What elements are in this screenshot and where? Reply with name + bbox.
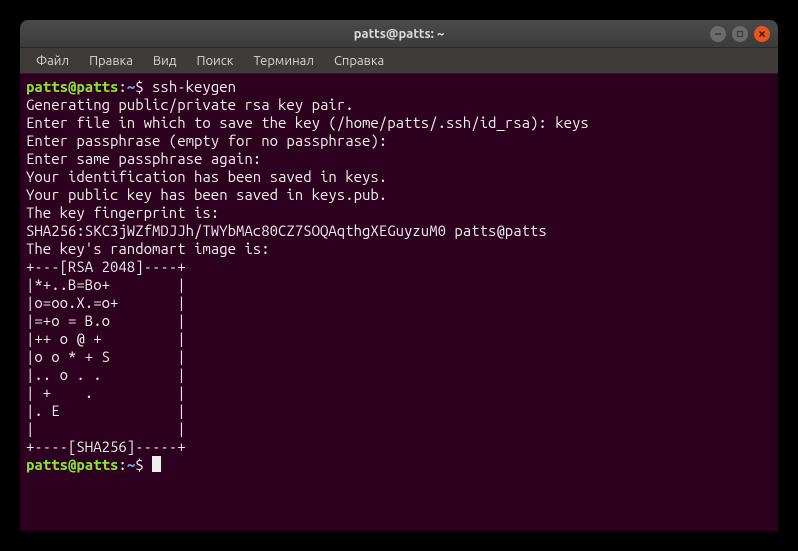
output-line: Your identification has been saved in ke… — [26, 168, 772, 186]
close-icon — [758, 30, 766, 38]
output-line: Enter file in which to save the key (/ho… — [26, 114, 772, 132]
output-line: |=+o = B.o | — [26, 312, 772, 330]
command-text: ssh-keygen — [152, 78, 236, 95]
menu-search[interactable]: Поиск — [188, 51, 241, 71]
prompt-sep: : — [118, 456, 126, 473]
output-line: The key's randomart image is: — [26, 240, 772, 258]
prompt-path: ~ — [127, 78, 135, 95]
output-line: +---[RSA 2048]----+ — [26, 258, 772, 276]
output-line: |*+..B=Bo+ | — [26, 276, 772, 294]
prompt-line-1: patts@patts:~$ ssh-keygen — [26, 78, 772, 96]
output-line: |.. o . . | — [26, 366, 772, 384]
window-title: patts@patts: ~ — [354, 27, 445, 41]
prompt-user: patts@patts — [26, 456, 118, 473]
output-line: Enter passphrase (empty for no passphras… — [26, 132, 772, 150]
output-line: |. E | — [26, 402, 772, 420]
terminal-output[interactable]: patts@patts:~$ ssh-keygenGenerating publ… — [20, 74, 778, 531]
output-line: |o=oo.X.=o+ | — [26, 294, 772, 312]
prompt-symbol: $ — [135, 456, 143, 473]
menu-help[interactable]: Справка — [326, 51, 392, 71]
prompt-sep: : — [118, 78, 126, 95]
output-line: Enter same passphrase again: — [26, 150, 772, 168]
output-line: SHA256:SKC3jWZfMDJJh/TWYbMAc80CZ7SOQAqth… — [26, 222, 772, 240]
terminal-window: patts@patts: ~ Файл Правка Вид Поиск Тер… — [20, 20, 778, 531]
prompt-line-2: patts@patts:~$ — [26, 456, 772, 474]
output-line: |o o * + S | — [26, 348, 772, 366]
output-line: | | — [26, 420, 772, 438]
menu-terminal[interactable]: Терминал — [245, 51, 321, 71]
maximize-icon — [736, 30, 744, 38]
menu-view[interactable]: Вид — [145, 51, 185, 71]
output-line: |++ o @ + | — [26, 330, 772, 348]
close-button[interactable] — [754, 26, 770, 42]
output-line: +----[SHA256]-----+ — [26, 438, 772, 456]
minimize-button[interactable] — [710, 26, 726, 42]
menu-edit[interactable]: Правка — [81, 51, 141, 71]
output-line: Generating public/private rsa key pair. — [26, 96, 772, 114]
menubar: Файл Правка Вид Поиск Терминал Справка — [20, 48, 778, 74]
output-line: The key fingerprint is: — [26, 204, 772, 222]
window-controls — [710, 26, 770, 42]
prompt-user: patts@patts — [26, 78, 118, 95]
titlebar: patts@patts: ~ — [20, 20, 778, 48]
output-line: Your public key has been saved in keys.p… — [26, 186, 772, 204]
maximize-button[interactable] — [732, 26, 748, 42]
menu-file[interactable]: Файл — [28, 51, 77, 71]
prompt-path: ~ — [127, 456, 135, 473]
output-line: | + . | — [26, 384, 772, 402]
minimize-icon — [714, 30, 722, 38]
prompt-symbol: $ — [135, 78, 143, 95]
cursor — [152, 456, 161, 472]
